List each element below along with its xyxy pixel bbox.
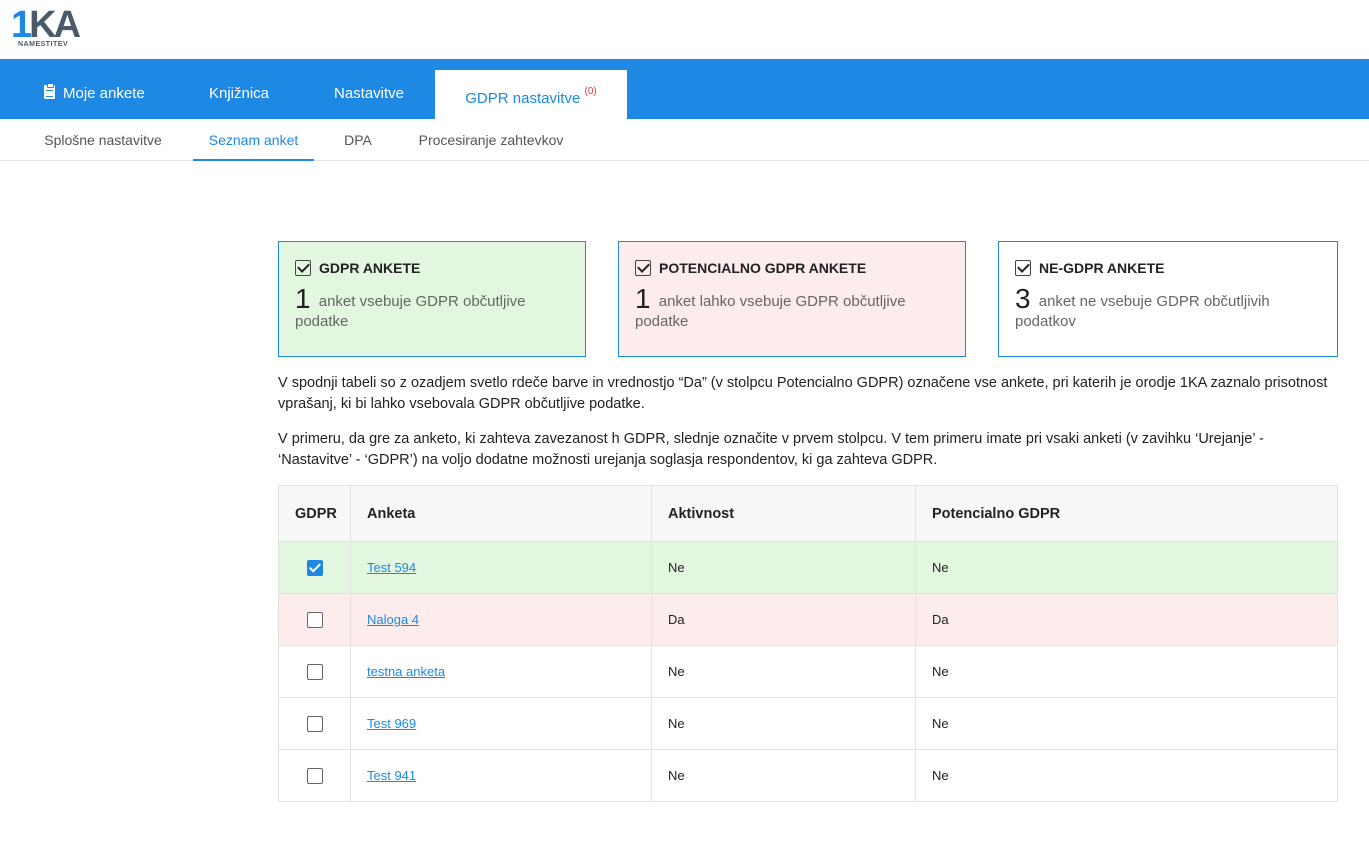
table-row: Test 594 Ne Ne [278, 541, 1338, 594]
info-paragraph-2: V primeru, da gre za anketo, ki zahteva … [278, 431, 1264, 468]
header-anketa: Anketa [350, 485, 652, 542]
tab-moje-ankete[interactable]: Moje ankete [44, 59, 145, 119]
gdpr-badge: (0) [584, 86, 597, 97]
card-text: anket lahko vsebuje GDPR občutljive poda… [635, 293, 906, 330]
checkbox-icon[interactable] [635, 260, 651, 276]
sub-nav: Splošne nastavitve Seznam anket DPA Proc… [0, 119, 1369, 161]
gdpr-checkbox[interactable] [306, 559, 323, 576]
survey-link[interactable]: Test 594 [367, 560, 416, 575]
card-potencialno-gdpr-ankete: POTENCIALNO GDPR ANKETE 1 anket lahko vs… [618, 241, 966, 357]
card-count: 1 [635, 283, 651, 314]
tab-gdpr-nastavitve[interactable]: GDPR nastavitve (0) [435, 70, 627, 119]
potencialno-cell: Ne [915, 749, 1338, 802]
logo-mark: 1KA [11, 4, 81, 46]
card-count: 1 [295, 283, 311, 314]
aktivnost-cell: Da [651, 593, 916, 646]
table-row: testna anketa Ne Ne [278, 645, 1338, 698]
gdpr-checkbox[interactable] [306, 715, 323, 732]
potencialno-cell: Ne [915, 541, 1338, 594]
subtab-dpa[interactable]: DPA [330, 119, 386, 161]
potencialno-cell: Ne [915, 645, 1338, 698]
header-gdpr: GDPR [278, 485, 351, 542]
survey-table: GDPR Anketa Aktivnost Potencialno GDPR T… [278, 485, 1338, 802]
survey-link[interactable]: Naloga 4 [367, 612, 419, 627]
card-text: anket ne vsebuje GDPR občutljivih podatk… [1015, 293, 1270, 330]
info-paragraph-1: V spodnji tabeli so z ozadjem svetlo rde… [278, 375, 1328, 412]
table-row: Test 969 Ne Ne [278, 697, 1338, 750]
potencialno-cell: Da [915, 593, 1338, 646]
checkbox-icon[interactable] [295, 260, 311, 276]
subtab-seznam-anket[interactable]: Seznam anket [193, 119, 314, 161]
clipboard-icon [44, 83, 55, 99]
gdpr-checkbox[interactable] [306, 611, 323, 628]
card-count: 3 [1015, 283, 1031, 314]
survey-link[interactable]: Test 941 [367, 768, 416, 783]
gdpr-checkbox[interactable] [306, 767, 323, 784]
card-gdpr-ankete: GDPR ANKETE 1 anket vsebuje GDPR občutlj… [278, 241, 586, 357]
table-header-row: GDPR Anketa Aktivnost Potencialno GDPR [278, 485, 1338, 542]
table-row: Naloga 4 Da Da [278, 593, 1338, 646]
card-text: anket vsebuje GDPR občutljive podatke [295, 293, 526, 330]
aktivnost-cell: Ne [651, 697, 916, 750]
subtab-procesiranje-zahtevkov[interactable]: Procesiranje zahtevkov [403, 119, 579, 161]
potencialno-cell: Ne [915, 697, 1338, 750]
tab-knjiznica[interactable]: Knjižnica [209, 59, 269, 119]
tab-nastavitve[interactable]: Nastavitve [334, 59, 404, 119]
gdpr-checkbox[interactable] [306, 663, 323, 680]
aktivnost-cell: Ne [651, 541, 916, 594]
subtab-splosne-nastavitve[interactable]: Splošne nastavitve [28, 119, 178, 161]
header-potencialno-gdpr: Potencialno GDPR [915, 485, 1338, 542]
aktivnost-cell: Ne [651, 645, 916, 698]
main-nav: Moje ankete Knjižnica Nastavitve GDPR na… [0, 59, 1369, 119]
survey-link[interactable]: testna anketa [367, 664, 445, 679]
header-aktivnost: Aktivnost [651, 485, 916, 542]
survey-link[interactable]: Test 969 [367, 716, 416, 731]
logo-subtitle: NAMESTITEV [18, 41, 69, 48]
card-ne-gdpr-ankete: NE-GDPR ANKETE 3 anket ne vsebuje GDPR o… [998, 241, 1338, 357]
aktivnost-cell: Ne [651, 749, 916, 802]
table-row: Test 941 Ne Ne [278, 749, 1338, 802]
logo[interactable]: 1KA NAMESTITEV [10, 6, 100, 52]
checkbox-icon[interactable] [1015, 260, 1031, 276]
